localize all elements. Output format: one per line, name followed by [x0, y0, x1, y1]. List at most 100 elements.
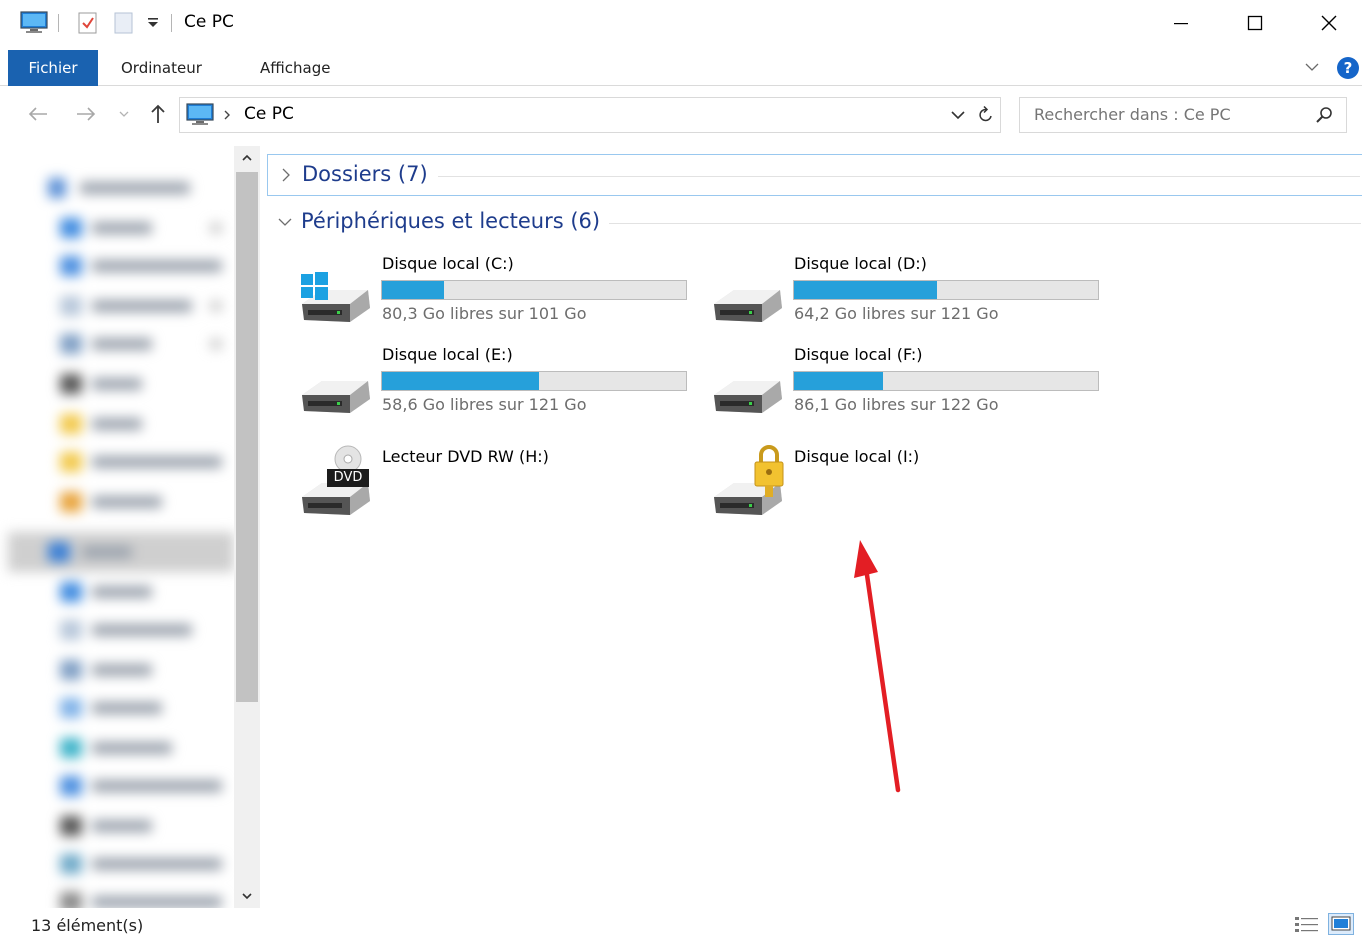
nav-item[interactable] — [0, 208, 236, 248]
recent-locations-button[interactable] — [111, 100, 137, 128]
address-history-chevron-icon[interactable] — [948, 105, 968, 125]
dvd-badge: DVD — [333, 470, 363, 485]
tab-ordinateur[interactable]: Ordinateur — [121, 50, 202, 86]
drive-usage-bar — [793, 280, 1099, 300]
large-icons-view-button[interactable] — [1328, 913, 1354, 935]
nav-label — [92, 378, 142, 390]
up-button[interactable] — [144, 100, 172, 128]
status-bar: 13 élément(s) — [0, 908, 1362, 940]
minimize-button[interactable] — [1144, 0, 1218, 46]
nav-download-icon — [60, 256, 82, 276]
nav-label — [92, 586, 152, 598]
drive-item-h[interactable]: DVD Lecteur DVD RW (H:) — [300, 445, 700, 531]
nav-item[interactable] — [0, 364, 236, 404]
group-title: Périphériques et lecteurs (6) — [301, 209, 601, 233]
nav-item[interactable] — [0, 688, 236, 728]
forward-button[interactable] — [72, 100, 100, 128]
drive-free-space: 64,2 Go libres sur 121 Go — [794, 304, 999, 323]
details-view-icon[interactable] — [1294, 915, 1320, 935]
nav-folder-icon — [60, 452, 82, 472]
window-title: Ce PC — [184, 12, 234, 32]
minimize-icon — [1174, 23, 1188, 25]
group-divider — [438, 176, 1360, 177]
help-button[interactable]: ? — [1337, 57, 1359, 79]
drive-item-e[interactable]: Disque local (E:) 58,6 Go libres sur 121… — [300, 343, 700, 429]
nav-drive-icon — [60, 892, 82, 908]
nav-item[interactable] — [0, 442, 236, 482]
nav-item[interactable] — [0, 806, 236, 846]
title-bar: Ce PC — [0, 0, 1362, 46]
address-bar[interactable]: Ce PC — [179, 97, 1001, 133]
breadcrumb-ce-pc[interactable]: Ce PC — [244, 104, 294, 124]
nav-download-icon — [60, 776, 82, 796]
back-button[interactable] — [24, 100, 52, 128]
drive-item-i[interactable]: Disque local (I:) — [712, 445, 1112, 531]
large-icons-view-icon — [1331, 916, 1351, 931]
nav-item[interactable] — [0, 168, 236, 208]
item-count: 13 élément(s) — [31, 916, 144, 935]
nav-folder-icon — [60, 582, 82, 602]
scroll-up-chevron-icon — [242, 154, 252, 161]
search-icon[interactable] — [1314, 105, 1334, 125]
nav-folder-icon — [60, 492, 82, 512]
nav-item[interactable] — [0, 650, 236, 690]
drive-free-space: 58,6 Go libres sur 121 Go — [382, 395, 587, 414]
maximize-icon — [1247, 15, 1263, 31]
pin-icon — [210, 339, 222, 349]
breadcrumb-chevron-icon[interactable] — [222, 109, 232, 121]
nav-item[interactable] — [0, 246, 236, 286]
this-pc-icon — [186, 103, 214, 125]
nav-item[interactable] — [0, 286, 236, 326]
scroll-thumb[interactable] — [236, 172, 258, 702]
nav-item[interactable] — [0, 882, 236, 908]
nav-folder-icon — [60, 414, 82, 434]
nav-item[interactable] — [0, 482, 236, 522]
maximize-button[interactable] — [1218, 0, 1292, 46]
navigation-scrollbar[interactable] — [234, 146, 260, 908]
customize-quick-access-icon[interactable] — [146, 16, 160, 30]
group-header-dossiers[interactable]: Dossiers (7) — [267, 154, 1362, 196]
expand-ribbon-chevron-icon[interactable] — [1303, 58, 1321, 76]
nav-label — [92, 496, 162, 508]
nav-label — [92, 664, 152, 676]
drive-item-c[interactable]: Disque local (C:) 80,3 Go libres sur 101… — [300, 252, 700, 338]
nav-this-pc-icon — [48, 542, 70, 562]
pin-icon — [210, 301, 222, 311]
scroll-up-button[interactable] — [234, 146, 260, 170]
chevron-right-icon — [282, 168, 290, 182]
new-folder-icon[interactable] — [114, 11, 134, 35]
this-pc-icon — [20, 11, 48, 33]
nav-item[interactable] — [0, 324, 236, 364]
nav-item[interactable] — [0, 844, 236, 884]
nav-item[interactable] — [0, 766, 236, 806]
drive-item-f[interactable]: Disque local (F:) 86,1 Go libres sur 122… — [712, 343, 1112, 429]
properties-icon[interactable] — [78, 11, 98, 35]
search-box[interactable] — [1019, 97, 1347, 133]
tab-fichier[interactable]: Fichier — [8, 50, 98, 86]
nav-item[interactable] — [0, 572, 236, 612]
nav-label — [92, 338, 152, 350]
nav-label — [92, 418, 142, 430]
close-button[interactable] — [1292, 0, 1362, 46]
nav-item[interactable] — [0, 532, 236, 572]
nav-item[interactable] — [0, 404, 236, 444]
nav-videos-icon — [60, 816, 82, 836]
nav-folder-icon — [60, 218, 82, 238]
drive-name: Disque local (E:) — [382, 345, 513, 364]
close-icon — [1321, 15, 1337, 31]
search-input[interactable] — [1034, 105, 1304, 124]
group-header-peripheriques[interactable]: Périphériques et lecteurs (6) — [267, 202, 1362, 244]
title-separator — [171, 14, 172, 32]
drive-usage-bar — [381, 280, 687, 300]
windows-drive-icon — [301, 272, 370, 322]
nav-item[interactable] — [0, 610, 236, 650]
drive-name: Disque local (F:) — [794, 345, 923, 364]
refresh-icon[interactable] — [976, 105, 996, 125]
nav-label — [80, 182, 190, 194]
hard-drive-icon — [302, 381, 370, 413]
navigation-pane-blurred — [0, 146, 236, 908]
tab-affichage[interactable]: Affichage — [260, 50, 330, 86]
scroll-down-button[interactable] — [234, 884, 260, 908]
nav-item[interactable] — [0, 728, 236, 768]
drive-item-d[interactable]: Disque local (D:) 64,2 Go libres sur 121… — [712, 252, 1112, 338]
